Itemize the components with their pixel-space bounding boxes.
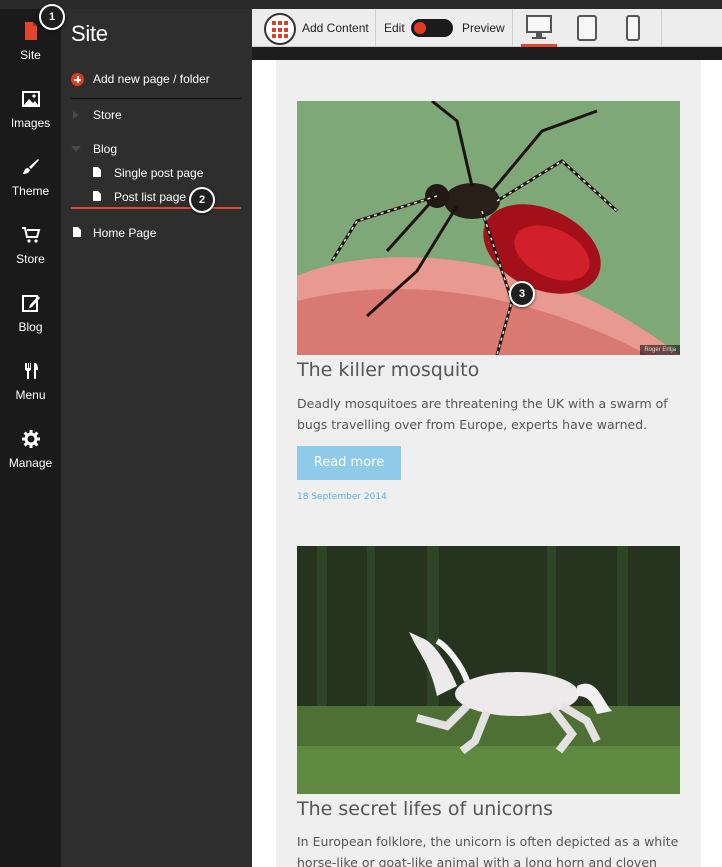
preview-label: Preview <box>462 21 505 35</box>
post-excerpt: Deadly mosquitoes are threatening the UK… <box>297 396 668 432</box>
rail-label-blog: Blog <box>18 320 43 334</box>
rail-item-images[interactable]: Images <box>0 89 61 145</box>
rail-item-menu[interactable]: Menu <box>0 361 61 417</box>
tree-item-label: Home Page <box>93 226 157 240</box>
tablet-icon <box>577 15 597 41</box>
rail-label-manage: Manage <box>8 456 53 470</box>
page-icon <box>93 167 101 177</box>
rail-item-manage[interactable]: Manage <box>0 429 61 485</box>
tree-item-store[interactable]: Store <box>71 108 241 124</box>
toolbar-divider <box>661 9 662 47</box>
post-image-mosquito[interactable]: Roger Eritja <box>297 101 680 355</box>
rail-label-images: Images <box>10 116 51 130</box>
toolbar-divider <box>375 9 376 47</box>
file-icon <box>24 22 37 40</box>
window-top-strip <box>0 0 722 9</box>
callout-marker: 3 <box>509 281 535 307</box>
tree-item-post-list[interactable]: Post list page <box>93 190 241 206</box>
callout-marker: 2 <box>189 187 215 213</box>
image-icon <box>21 91 40 107</box>
add-content-label[interactable]: Add Content <box>302 21 369 35</box>
editor-toolbar: Add Content Edit Preview <box>252 9 722 47</box>
rail-label-store: Store <box>16 252 45 266</box>
post-date: 18 September 2014 <box>297 492 387 502</box>
site-panel: Site Add new page / folder Store Blog Si… <box>61 9 252 867</box>
tree-item-label: Store <box>93 108 122 122</box>
plus-circle-icon <box>71 73 84 86</box>
post-image-unicorn[interactable] <box>297 546 680 794</box>
caret-down-icon <box>71 146 81 152</box>
edit-label: Edit <box>384 21 405 35</box>
tree-item-label: Post list page <box>114 190 187 204</box>
tablet-view-button[interactable] <box>577 15 597 41</box>
add-page-label: Add new page / folder <box>93 72 210 86</box>
post-title[interactable]: The secret lifes of unicorns <box>297 798 553 820</box>
caret-right-icon <box>73 111 79 119</box>
desktop-icon <box>526 15 552 33</box>
gear-icon <box>21 430 40 448</box>
tree-item-home[interactable]: Home Page <box>71 226 241 242</box>
tree-item-blog[interactable]: Blog <box>71 142 241 158</box>
add-page-button[interactable]: Add new page / folder <box>71 71 241 99</box>
edit-preview-toggle[interactable] <box>411 19 453 37</box>
post-excerpt: In European folklore, the unicorn is oft… <box>297 834 679 867</box>
add-content-button[interactable] <box>264 13 296 45</box>
brush-icon <box>22 159 39 174</box>
phone-view-button[interactable] <box>626 15 640 41</box>
edit-icon <box>21 295 40 312</box>
rail-label-theme: Theme <box>11 184 50 198</box>
main-nav-rail: Site Images Theme Store Blog Menu Manage <box>0 9 61 867</box>
tree-item-label: Blog <box>93 142 118 156</box>
unicorn-photo <box>297 546 680 794</box>
image-credit: Roger Eritja <box>640 345 680 355</box>
page-icon <box>73 227 81 237</box>
rail-item-store[interactable]: Store <box>0 225 61 281</box>
tree-item-single-post[interactable]: Single post page <box>93 166 241 182</box>
toolbar-divider <box>512 9 513 47</box>
page-icon <box>93 191 101 201</box>
rail-label-site: Site <box>20 48 41 62</box>
active-item-indicator <box>71 207 241 209</box>
desktop-view-button[interactable] <box>526 15 552 41</box>
rail-item-blog[interactable]: Blog <box>0 293 61 349</box>
rail-label-menu: Menu <box>15 388 46 402</box>
rail-item-theme[interactable]: Theme <box>0 157 61 213</box>
read-more-button[interactable]: Read more <box>297 446 401 480</box>
mosquito-photo <box>297 101 680 355</box>
post-title[interactable]: The killer mosquito <box>297 359 479 381</box>
toolbar-shadow-bar <box>252 47 722 60</box>
cart-icon <box>21 227 40 243</box>
grid-icon <box>272 21 290 39</box>
callout-marker: 1 <box>39 4 65 30</box>
tree-item-label: Single post page <box>114 166 204 180</box>
panel-title: Site <box>71 21 108 46</box>
fork-knife-icon <box>24 363 38 379</box>
phone-icon <box>626 15 640 41</box>
toggle-knob <box>414 22 426 34</box>
